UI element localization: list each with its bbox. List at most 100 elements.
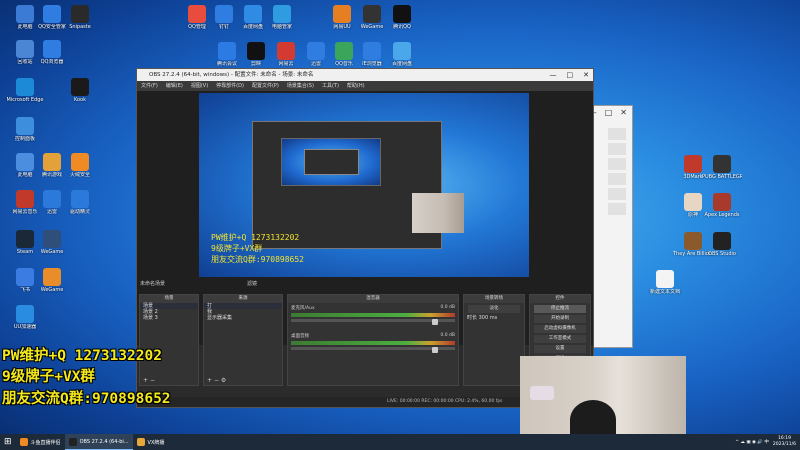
volume-knob[interactable] xyxy=(432,347,438,353)
start-button[interactable]: ⊞ xyxy=(0,434,16,450)
obs-titlebar[interactable]: OBS 27.2.4 (64-bit, windows) - 配置文件: 未命名… xyxy=(137,69,593,81)
menu-docks[interactable]: 停靠部件(D) xyxy=(216,81,244,91)
start-recording-button[interactable]: 开始录制 xyxy=(534,315,586,323)
desktop-icon-label: Snipaste xyxy=(69,24,91,30)
desktop-icon[interactable]: Snipaste xyxy=(60,5,100,30)
taskbar-app[interactable]: 斗鱼直播伴侣 xyxy=(16,434,65,450)
stream-preview[interactable]: PW维护+Q 1273132202 9级牌子+VX群 朋友交流Q群:970898… xyxy=(199,93,529,277)
desktop-icon-label: 腾讯QQ xyxy=(393,24,411,30)
window-title: OBS 27.2.4 (64-bit, windows) - 配置文件: 未命名… xyxy=(149,72,314,78)
nested-preview-screen xyxy=(281,138,381,186)
side-control[interactable] xyxy=(608,173,626,185)
app-icon xyxy=(218,42,236,60)
desktop-icon[interactable]: Microsoft Edge xyxy=(5,78,45,103)
menu-file[interactable]: 文件(F) xyxy=(141,81,158,91)
desktop-icon[interactable]: OBS Studio xyxy=(702,232,742,257)
remove-icon[interactable]: − xyxy=(150,377,155,384)
app-icon xyxy=(713,232,731,250)
desktop-icon-label: WeGame xyxy=(40,249,64,255)
desktop-icon[interactable]: PUBG BATTLEGR... xyxy=(702,155,742,180)
add-icon[interactable]: + xyxy=(207,377,212,384)
duration-input[interactable]: 300 ms xyxy=(479,315,498,321)
menu-profile[interactable]: 配置文件(P) xyxy=(252,81,279,91)
filters-tab[interactable]: 滤镜 xyxy=(247,280,257,287)
taskbar: ⊞ 斗鱼直播伴侣 OBS 27.2.4 (64-bi... VX牌播 ^ ☁ ▣ ◉… xyxy=(0,434,800,450)
desktop-icon-label: Apex Legends xyxy=(704,212,740,218)
close-icon[interactable]: ✕ xyxy=(583,69,589,81)
app-icon xyxy=(136,438,145,446)
gear-icon[interactable]: ⚙ xyxy=(221,377,226,384)
taskbar-app[interactable]: OBS 27.2.4 (64-bi... xyxy=(64,434,133,450)
app-icon xyxy=(16,117,34,135)
app-icon xyxy=(335,42,353,60)
desktop-icon[interactable]: 驱动精灵 xyxy=(60,190,100,215)
menu-bar: 文件(F) 编辑(E) 视图(V) 停靠部件(D) 配置文件(P) 场景集合(S… xyxy=(137,81,593,91)
app-icon xyxy=(713,193,731,211)
volume-knob[interactable] xyxy=(432,319,438,325)
desktop-icon[interactable]: 百度网盘 xyxy=(382,42,422,67)
studio-mode-button[interactable]: 工作室模式 xyxy=(534,335,586,343)
stop-streaming-button[interactable]: 停止推流 xyxy=(534,305,586,313)
mixer-track: 麦克风/Aux 0.0 dB xyxy=(288,303,458,331)
desktop-icon[interactable]: 控制面板 xyxy=(5,117,45,142)
desktop-icon[interactable]: 新建文本文档 xyxy=(645,270,685,295)
desktop-icon[interactable]: 火绒安全 xyxy=(60,153,100,178)
desktop-icon[interactable]: Kook xyxy=(60,78,100,103)
app-icon xyxy=(68,437,77,446)
app-icon xyxy=(16,78,34,96)
app-icon xyxy=(43,190,61,208)
tray-icons[interactable]: ^ ☁ ▣ ◉ 🔊 中 xyxy=(735,439,769,445)
preview-overlay-line-2: 9级牌子+VX群 xyxy=(211,244,263,253)
desktop-icon-label: 百度网盘 xyxy=(391,61,412,67)
clock[interactable]: 16:19 2023/11/6 xyxy=(773,436,796,448)
desktop-icon-label: UU加速器 xyxy=(13,324,37,330)
desktop-icon[interactable]: 电脑管家 xyxy=(262,5,302,30)
list-item[interactable]: 场景 3 xyxy=(140,315,198,321)
preview-overlay-line-3: 朋友交流Q群:970898652 xyxy=(211,255,304,264)
menu-tools[interactable]: 工具(T) xyxy=(322,81,339,91)
remove-icon[interactable]: − xyxy=(214,377,219,384)
virtual-camera-button[interactable]: 启动虚拟摄像机 xyxy=(534,325,586,333)
settings-button[interactable]: 设置 xyxy=(534,345,586,353)
add-icon[interactable]: + xyxy=(143,377,148,384)
track-db: 0.0 dB xyxy=(440,333,455,338)
duration-row: 时长 300 ms xyxy=(464,315,524,321)
app-icon xyxy=(43,40,61,58)
desktop-icon[interactable]: 腾讯QQ xyxy=(382,5,422,30)
menu-scene-collection[interactable]: 场景集合(S) xyxy=(287,81,314,91)
taskbar-app-label: 斗鱼直播伴侣 xyxy=(30,439,61,446)
desktop-icon[interactable]: WeGame xyxy=(32,268,72,293)
side-control[interactable] xyxy=(608,128,626,140)
minimize-icon[interactable]: — xyxy=(550,69,557,81)
desktop-icon[interactable]: Apex Legends xyxy=(702,193,742,218)
windows-icon: ⊞ xyxy=(4,437,12,447)
app-icon xyxy=(273,5,291,23)
menu-view[interactable]: 视图(V) xyxy=(191,81,208,91)
side-control[interactable] xyxy=(608,158,626,170)
app-icon xyxy=(71,153,89,171)
transition-select[interactable]: 淡化 xyxy=(468,305,520,313)
source-tools: + − ⚙ xyxy=(204,377,282,385)
taskbar-apps: 斗鱼直播伴侣 OBS 27.2.4 (64-bi... VX牌播 xyxy=(16,434,169,450)
taskbar-app[interactable]: VX牌播 xyxy=(133,434,169,450)
app-icon xyxy=(363,42,381,60)
app-icon xyxy=(307,42,325,60)
menu-edit[interactable]: 编辑(E) xyxy=(166,81,183,91)
volume-slider[interactable] xyxy=(291,347,455,353)
maximize-icon[interactable]: □ xyxy=(567,69,574,81)
list-item[interactable]: 显示器采集 xyxy=(204,315,282,321)
app-icon xyxy=(684,193,702,211)
side-control[interactable] xyxy=(608,143,626,155)
desktop-icon[interactable]: QQ浏览器 xyxy=(32,40,72,65)
volume-slider[interactable] xyxy=(291,319,455,325)
desktop-icon-label: 驱动精灵 xyxy=(69,209,90,215)
desktop-icon[interactable]: UU加速器 xyxy=(5,305,45,330)
app-icon xyxy=(393,42,411,60)
close-icon[interactable]: ✕ xyxy=(620,106,627,120)
side-control[interactable] xyxy=(608,188,626,200)
maximize-icon[interactable]: □ xyxy=(605,106,613,120)
side-control[interactable] xyxy=(608,203,626,215)
desktop-icon-label: PUBG BATTLEGR... xyxy=(702,174,742,180)
menu-help[interactable]: 帮助(H) xyxy=(347,81,365,91)
desktop-icon[interactable]: WeGame xyxy=(32,230,72,255)
